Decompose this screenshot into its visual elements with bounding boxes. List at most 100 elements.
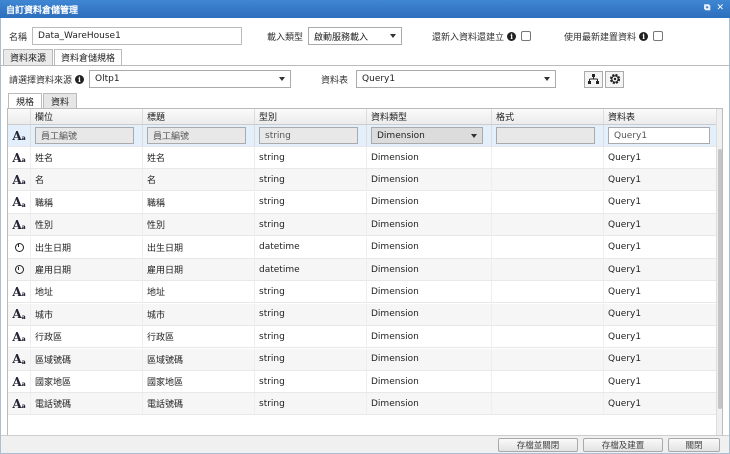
clock-icon xyxy=(8,237,30,258)
table-cell-table: Query1 xyxy=(603,303,718,325)
table-row[interactable]: Aa 區域號碼 區域號碼 string Dimension Query1 xyxy=(8,348,718,371)
table-cell-type: string xyxy=(254,169,366,191)
table-cell-type: string xyxy=(254,348,366,370)
table-row[interactable]: Aa 姓名 姓名 string Dimension Query1 xyxy=(8,147,718,169)
name-label: 名稱 xyxy=(9,32,28,43)
table-row[interactable]: Aa 性別 性別 string Dimension Query1 xyxy=(8,214,718,237)
tab-spec[interactable]: 規格 xyxy=(8,93,43,108)
column-header[interactable]: 標題 xyxy=(142,109,254,124)
load-type-select[interactable]: 啟動服務載入 xyxy=(308,27,403,45)
table-cell-field: 出生日期 xyxy=(30,236,142,258)
vertical-scrollbar[interactable] xyxy=(716,109,722,443)
table-cell-type: string xyxy=(254,326,366,348)
filter-type-input[interactable]: string xyxy=(259,127,358,144)
table-row[interactable]: 出生日期 出生日期 datetime Dimension Query1 xyxy=(8,236,718,259)
table-cell-caption: 名 xyxy=(142,169,254,191)
tab-data-source[interactable]: 資料來源 xyxy=(3,49,54,65)
tab-divider xyxy=(1,65,729,66)
text-type-icon: Aa xyxy=(12,172,26,187)
table-cell-format xyxy=(491,326,603,348)
text-type-icon: Aa xyxy=(12,217,26,232)
table-cell-format xyxy=(491,236,603,258)
table-cell-caption: 職稱 xyxy=(142,191,254,213)
table-cell-data-type: Dimension xyxy=(366,348,491,370)
table-cell-type: datetime xyxy=(254,259,366,280)
restore-icon[interactable]: ⧉ xyxy=(704,3,710,13)
table-cell-caption: 性別 xyxy=(142,214,254,236)
table-cell-type: string xyxy=(254,214,366,236)
table-cell-data-type: Dimension xyxy=(366,303,491,325)
save-build-button[interactable]: 存檔及建置 xyxy=(583,438,663,452)
settings-button[interactable] xyxy=(605,70,625,88)
table-cell-format xyxy=(491,147,603,168)
table-cell-data-type: Dimension xyxy=(366,371,491,392)
filter-caption-input[interactable]: 員工編號 xyxy=(147,127,246,144)
hierarchy-button[interactable] xyxy=(584,70,604,88)
table-cell-table: Query1 xyxy=(603,147,718,168)
tab-data[interactable]: 資料 xyxy=(43,93,78,108)
column-header[interactable]: 型別 xyxy=(254,109,366,124)
table-row[interactable]: Aa 電話號碼 電話號碼 string Dimension Query1 xyxy=(8,393,718,416)
latest-checkbox[interactable] xyxy=(653,31,664,41)
table-cell-table: Query1 xyxy=(603,371,718,392)
text-type-icon: Aa xyxy=(12,329,26,344)
table-row[interactable]: Aa 地址 地址 string Dimension Query1 xyxy=(8,281,718,304)
scrollbar-thumb[interactable] xyxy=(718,149,722,409)
dialog-footer: 存檔並關閉 存檔及建置 關閉 xyxy=(1,435,729,453)
window-title: 自訂資料倉儲管理 xyxy=(6,5,79,16)
grid-header: 欄位 標題 型別 資料類型 格式 資料表 xyxy=(8,109,718,125)
table-label: 資料表 xyxy=(321,75,349,86)
name-input[interactable]: Data_WareHouse1 xyxy=(32,27,243,45)
column-header[interactable]: 資料類型 xyxy=(366,109,491,124)
source-select[interactable]: Oltp1 xyxy=(89,70,292,88)
column-header[interactable]: 資料表 xyxy=(603,109,718,124)
table-cell-table: Query1 xyxy=(603,259,718,280)
table-cell-type: string xyxy=(254,393,366,415)
close-button[interactable]: 關閉 xyxy=(668,438,720,452)
table-cell-field: 城市 xyxy=(30,303,142,325)
close-icon[interactable]: ✕ xyxy=(716,3,724,13)
table-cell-field: 電話號碼 xyxy=(30,393,142,415)
table-cell-data-type: Dimension xyxy=(366,147,491,168)
table-cell-format xyxy=(491,281,603,303)
save-close-button[interactable]: 存檔並關閉 xyxy=(498,438,578,452)
table-row[interactable]: Aa 職稱 職稱 string Dimension Query1 xyxy=(8,191,718,214)
table-cell-caption: 電話號碼 xyxy=(142,393,254,415)
reimport-label: 還新入資料還建立 xyxy=(432,32,505,43)
table-row[interactable]: Aa 城市 城市 string Dimension Query1 xyxy=(8,303,718,326)
table-row[interactable]: 雇用日期 雇用日期 datetime Dimension Query1 xyxy=(8,259,718,281)
table-row[interactable]: Aa 國家地區 國家地區 string Dimension Query1 xyxy=(8,371,718,393)
table-cell-data-type: Dimension xyxy=(366,236,491,258)
clock-icon xyxy=(8,259,30,280)
table-cell-data-type: Dimension xyxy=(366,191,491,213)
table-cell-data-type: Dimension xyxy=(366,281,491,303)
tab-warehouse-spec[interactable]: 資料倉儲規格 xyxy=(54,49,123,65)
table-cell-format xyxy=(491,393,603,415)
filter-table-input[interactable]: Query1 xyxy=(608,127,710,144)
chevron-down-icon xyxy=(279,77,286,81)
text-type-icon: Aa xyxy=(12,195,26,210)
table-row[interactable]: Aa 名名 string Dimension Query1 xyxy=(8,169,718,192)
info-icon: i xyxy=(75,74,85,84)
table-cell-data-type: Dimension xyxy=(366,169,491,191)
filter-datatype-select[interactable]: Dimension xyxy=(371,127,483,144)
table-cell-table: Query1 xyxy=(603,393,718,415)
table-cell-caption: 國家地區 xyxy=(142,371,254,392)
table-select[interactable]: Query1 xyxy=(356,70,557,88)
top-settings-row: 名稱 Data_WareHouse1 載入類型 啟動服務載入 還新入資料還建立 … xyxy=(9,27,721,45)
table-value: Query1 xyxy=(362,74,396,84)
filter-field-input[interactable]: 員工編號 xyxy=(35,127,134,144)
table-row[interactable]: Aa 行政區 行政區 string Dimension Query1 xyxy=(8,326,718,349)
column-header[interactable]: 欄位 xyxy=(30,109,142,124)
table-cell-table: Query1 xyxy=(603,348,718,370)
reimport-checkbox[interactable] xyxy=(521,31,532,41)
table-cell-field: 名 xyxy=(30,169,142,191)
column-header[interactable]: 格式 xyxy=(491,109,603,124)
info-icon: i xyxy=(507,31,517,41)
filter-format-input[interactable] xyxy=(496,127,595,144)
info-icon: i xyxy=(639,31,649,41)
table-cell-field: 雇用日期 xyxy=(30,259,142,280)
load-type-label: 載入類型 xyxy=(267,32,304,43)
chevron-down-icon xyxy=(390,34,397,38)
text-type-icon: Aa xyxy=(12,352,26,367)
